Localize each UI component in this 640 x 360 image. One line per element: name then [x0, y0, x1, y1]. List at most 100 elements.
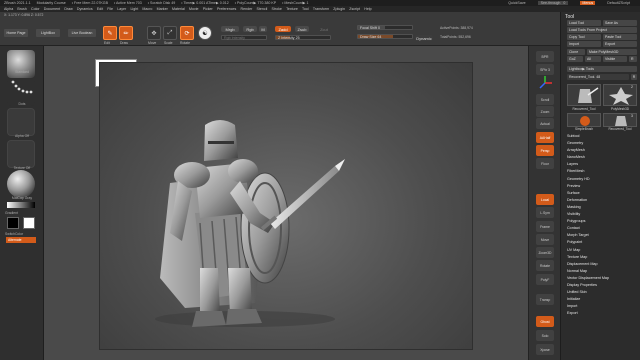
export-button[interactable]: Export	[603, 41, 637, 47]
material-sphere-button[interactable]: ☯	[198, 26, 212, 40]
zsub-button[interactable]: Zsub	[295, 26, 309, 32]
menu-material[interactable]: Material	[172, 7, 185, 11]
secondary-color-swatch[interactable]	[23, 217, 35, 229]
local-button[interactable]: Local	[536, 194, 554, 205]
draw-button[interactable]: ✏	[119, 26, 133, 40]
menu-tool[interactable]: Tool	[302, 7, 309, 11]
section-visibility[interactable]: Visibility	[567, 211, 639, 218]
menu-document[interactable]: Document	[44, 7, 60, 11]
section-unified-skin[interactable]: Unified Skin	[567, 289, 639, 296]
menu-light[interactable]: Light	[130, 7, 138, 11]
menu-draw[interactable]: Draw	[64, 7, 72, 11]
transp-button[interactable]: Transp	[536, 294, 554, 305]
axis-gizmo[interactable]	[536, 74, 554, 92]
default-zscript-button[interactable]: DefaultZScript	[607, 1, 630, 5]
section-contact[interactable]: Contact	[567, 225, 639, 232]
goz-button[interactable]: GoZ	[567, 56, 583, 62]
section-texture-map[interactable]: Texture Map	[567, 254, 639, 261]
aahalf-button[interactable]: AAHalf	[536, 132, 554, 143]
draw-size-slider[interactable]: Draw Size 64	[357, 34, 413, 39]
save-as-button[interactable]: Save As	[603, 20, 637, 26]
dynamic-button[interactable]: Dynamic	[415, 35, 433, 41]
primary-color-swatch[interactable]	[7, 217, 19, 229]
move-button[interactable]: ✥	[147, 26, 161, 40]
menu-layer[interactable]: Layer	[117, 7, 126, 11]
section-masking[interactable]: Masking	[567, 204, 639, 211]
document-canvas[interactable]	[99, 62, 473, 350]
move-view-button[interactable]: Move	[536, 234, 554, 245]
section-vector-displacement-map[interactable]: Vector Displacement Map	[567, 275, 639, 282]
alpha-thumbnail[interactable]	[7, 108, 35, 136]
material-thumbnail[interactable]	[7, 170, 35, 198]
menu-render[interactable]: Render	[241, 7, 253, 11]
section-import[interactable]: Import	[567, 303, 639, 310]
tool-tile-simplebrush[interactable]	[567, 113, 601, 127]
menu-picker[interactable]: Picker	[203, 7, 213, 11]
current-tool-slider[interactable]: Recovered_Tool. 48	[567, 74, 629, 80]
zoom3d-button[interactable]: Zoom3D	[536, 247, 554, 258]
menu-edit[interactable]: Edit	[97, 7, 103, 11]
zcut-button[interactable]: Zcut	[317, 26, 331, 32]
menu-stencil[interactable]: Stencil	[257, 7, 268, 11]
menu-brush[interactable]: Brush	[17, 7, 26, 11]
menu-color[interactable]: Color	[31, 7, 40, 11]
quicksave-button[interactable]: QuickSave	[508, 1, 525, 5]
frame-button[interactable]: Frame	[536, 221, 554, 232]
section-deformation[interactable]: Deformation	[567, 197, 639, 204]
home-page-button[interactable]: Home Page	[4, 29, 28, 37]
rgb-intensity-slider[interactable]: Rgb Intensity	[221, 35, 267, 40]
persp-button[interactable]: Persp	[536, 145, 554, 156]
section-surface[interactable]: Surface	[567, 190, 639, 197]
section-uv-map[interactable]: UV Map	[567, 247, 639, 254]
rotate-view-button[interactable]: Rotate	[536, 260, 554, 271]
menu-dynamics[interactable]: Dynamics	[77, 7, 93, 11]
section-normal-map[interactable]: Normal Map	[567, 268, 639, 275]
copy-tool-button[interactable]: Copy Tool	[567, 34, 601, 40]
section-morph-target[interactable]: Morph Target	[567, 232, 639, 239]
xpose-button[interactable]: Xpose	[536, 344, 554, 355]
seethrough-slider[interactable]: See-through 0	[537, 1, 569, 5]
section-subtool[interactable]: Subtool	[567, 133, 639, 140]
section-displacement-map[interactable]: Displacement Map	[567, 261, 639, 268]
menu-macro[interactable]: Macro	[142, 7, 152, 11]
lsym-button[interactable]: L.Sym	[536, 207, 554, 218]
zadd-button[interactable]: Zadd	[275, 26, 291, 32]
section-geometry-hd[interactable]: Geometry HD	[567, 176, 639, 183]
bpr-button[interactable]: BPR	[536, 51, 554, 62]
clone-button[interactable]: Clone	[567, 49, 585, 55]
load-from-project-button[interactable]: Load Tools From Project	[567, 27, 637, 33]
section-export[interactable]: Export	[567, 310, 639, 317]
section-arraymesh[interactable]: ArrayMesh	[567, 147, 639, 154]
switch-color-button[interactable]: SwitchColor	[0, 232, 44, 236]
menu-preferences[interactable]: Preferences	[217, 7, 236, 11]
section-preview[interactable]: Preview	[567, 183, 639, 190]
rotate-button[interactable]: ⟳	[180, 26, 194, 40]
menu-help[interactable]: Help	[364, 7, 371, 11]
live-boolean-button[interactable]: Live Boolean	[68, 29, 96, 37]
polyf-button[interactable]: PolyF	[536, 274, 554, 285]
section-geometry[interactable]: Geometry	[567, 140, 639, 147]
import-button[interactable]: Import	[567, 41, 601, 47]
edit-button[interactable]: ✎	[103, 26, 117, 40]
menu-stroke[interactable]: Stroke	[271, 7, 281, 11]
texture-thumbnail[interactable]	[7, 140, 35, 168]
section-display-properties[interactable]: Display Properties	[567, 282, 639, 289]
rgb-button[interactable]: Rgb	[243, 26, 257, 32]
solo-button[interactable]: Solo	[536, 330, 554, 341]
menu-transform[interactable]: Transform	[313, 7, 329, 11]
menu-movie[interactable]: Movie	[189, 7, 199, 11]
section-fibermesh[interactable]: FiberMesh	[567, 168, 639, 175]
actual-button[interactable]: Actual	[536, 118, 554, 129]
tool-tile-recovered[interactable]	[567, 84, 601, 106]
menu-file[interactable]: File	[107, 7, 113, 11]
scroll-button[interactable]: Scroll	[536, 94, 554, 105]
lightbox-tools-button[interactable]: Lightbox▶ Tools	[567, 66, 637, 72]
focal-shift-slider[interactable]: Focal Shift 0	[357, 25, 413, 30]
gradient-swatch[interactable]	[7, 202, 35, 208]
section-polypaint[interactable]: Polypaint	[567, 239, 639, 246]
current-tool-r-button[interactable]: R	[631, 74, 637, 80]
section-layers[interactable]: Layers	[567, 161, 639, 168]
menu-texture[interactable]: Texture	[286, 7, 298, 11]
menu-alpha[interactable]: Alpha	[4, 7, 13, 11]
section-nanomesh[interactable]: NanoMesh	[567, 154, 639, 161]
